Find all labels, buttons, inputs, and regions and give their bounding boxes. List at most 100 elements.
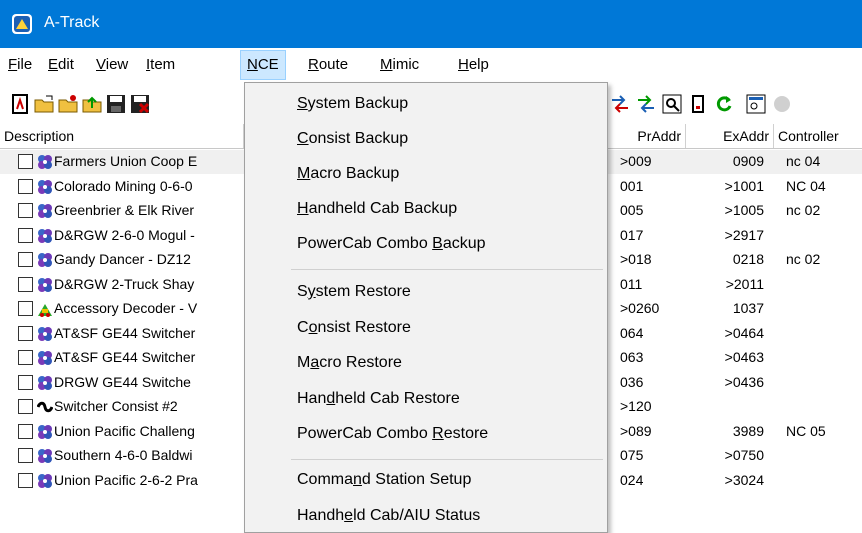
row-controller: nc 02 xyxy=(786,202,821,218)
row-checkbox[interactable] xyxy=(18,325,33,341)
row-checkbox[interactable] xyxy=(18,154,33,169)
menu-separator xyxy=(291,459,603,460)
locomotive-icon xyxy=(37,473,53,489)
menu-item-system-restore[interactable]: System Restore xyxy=(297,283,411,301)
row-exaddr: 3989 xyxy=(732,422,764,439)
row-checkbox[interactable] xyxy=(18,252,33,267)
row-exaddr: >0463 xyxy=(724,349,764,365)
locomotive-icon xyxy=(37,252,53,268)
menu-item-consist-restore[interactable]: Consist Restore xyxy=(297,319,411,337)
row-praddr: 005 xyxy=(620,202,644,218)
open-recent-icon[interactable] xyxy=(58,94,78,114)
row-praddr: >018 xyxy=(620,251,652,267)
row-description: DRGW GE44 Switche xyxy=(54,373,191,390)
transfer-icon[interactable] xyxy=(610,94,630,114)
row-exaddr: >1005 xyxy=(724,202,764,218)
locomotive-icon xyxy=(37,424,53,440)
menu-separator xyxy=(291,269,603,270)
row-exaddr: >2917 xyxy=(724,226,764,243)
row-description: Union Pacific Challeng xyxy=(54,422,195,439)
menu-item-handheld-cab-backup[interactable]: Handheld Cab Backup xyxy=(297,200,457,218)
row-checkbox[interactable] xyxy=(18,227,33,243)
device-icon[interactable] xyxy=(688,94,708,114)
row-controller: nc 04 xyxy=(786,153,821,169)
menu-item-powercab-combo-restore[interactable]: PowerCab Combo Restore xyxy=(297,425,488,443)
consist-icon xyxy=(36,399,54,415)
row-checkbox[interactable] xyxy=(18,448,33,463)
menu-item-system-backup[interactable]: System Backup xyxy=(297,95,408,113)
locomotive-icon xyxy=(37,154,53,170)
menu-item-macro-backup[interactable]: Macro Backup xyxy=(297,165,399,183)
row-checkbox[interactable] xyxy=(18,423,33,439)
row-description: Farmers Union Coop E xyxy=(54,153,198,169)
row-praddr: >0260 xyxy=(620,300,660,316)
row-praddr: 024 xyxy=(620,471,644,488)
row-controller: nc 02 xyxy=(786,251,821,267)
window-title: A-Track xyxy=(44,14,100,31)
menu-nce[interactable]: NCE xyxy=(240,50,286,80)
row-checkbox[interactable] xyxy=(18,203,33,218)
row-checkbox[interactable] xyxy=(18,399,33,414)
properties-icon[interactable] xyxy=(746,94,766,114)
row-description: Greenbrier & Elk River xyxy=(54,202,195,218)
locomotive-icon xyxy=(37,277,53,293)
row-description: Colorado Mining 0-6-0 xyxy=(54,177,193,194)
menu-route[interactable]: Route xyxy=(302,50,354,80)
save-as-icon[interactable] xyxy=(130,94,150,114)
row-exaddr: >0464 xyxy=(724,324,764,341)
menu-help[interactable]: Help xyxy=(452,50,495,80)
row-praddr: 001 xyxy=(620,177,644,194)
row-exaddr: >0750 xyxy=(724,447,764,463)
import-folder-icon[interactable] xyxy=(82,94,102,114)
menu-item-powercab-combo-backup[interactable]: PowerCab Combo Backup xyxy=(297,235,486,253)
menu-item-handheld-cab-aiu-status[interactable]: Handheld Cab/AIU Status xyxy=(297,507,480,525)
menu-item-handheld-cab-restore[interactable]: Handheld Cab Restore xyxy=(297,390,460,408)
menu-file[interactable]: File xyxy=(2,50,38,80)
locomotive-icon xyxy=(37,179,53,195)
row-checkbox[interactable] xyxy=(18,178,33,194)
row-description: Southern 4-6-0 Baldwi xyxy=(54,447,193,463)
row-exaddr: >1001 xyxy=(724,177,764,194)
row-checkbox[interactable] xyxy=(18,472,33,488)
row-checkbox[interactable] xyxy=(18,276,33,292)
row-checkbox[interactable] xyxy=(18,350,33,365)
locomotive-icon xyxy=(37,203,53,219)
refresh-icon[interactable] xyxy=(714,94,734,114)
row-praddr: >009 xyxy=(620,153,652,169)
accessory-decoder-icon xyxy=(37,301,53,317)
search-icon[interactable] xyxy=(662,94,682,114)
menu-view[interactable]: View xyxy=(90,50,134,80)
col-controller[interactable]: Controller xyxy=(774,124,862,148)
menu-bar: File Edit View Item NCE Route Mimic Help xyxy=(0,50,862,80)
swap-icon[interactable] xyxy=(636,94,656,114)
menu-edit[interactable]: Edit xyxy=(42,50,80,80)
new-file-icon[interactable] xyxy=(10,94,30,114)
row-description: Switcher Consist #2 xyxy=(54,398,178,414)
row-exaddr: >3024 xyxy=(724,471,764,488)
row-description: Accessory Decoder - V xyxy=(54,300,198,316)
locomotive-icon xyxy=(37,448,53,464)
col-exaddr[interactable]: ExAddr xyxy=(686,124,774,148)
locomotive-icon xyxy=(37,350,53,366)
row-praddr: 036 xyxy=(620,373,644,390)
locomotive-icon xyxy=(37,326,53,342)
menu-mimic[interactable]: Mimic xyxy=(374,50,425,80)
row-checkbox[interactable] xyxy=(18,374,33,390)
locomotive-icon xyxy=(37,228,53,244)
app-icon xyxy=(12,14,32,34)
row-checkbox[interactable] xyxy=(18,301,33,316)
menu-item[interactable]: Item xyxy=(140,50,181,80)
row-description: Gandy Dancer - DZ12 xyxy=(54,251,191,267)
row-praddr: 011 xyxy=(620,275,643,292)
menu-item-command-station-setup[interactable]: Command Station Setup xyxy=(297,471,471,489)
menu-item-macro-restore[interactable]: Macro Restore xyxy=(297,354,402,372)
row-exaddr: 0218 xyxy=(732,251,764,267)
row-praddr: 063 xyxy=(620,349,644,365)
nce-dropdown-menu: System Backup Consist Backup Macro Backup H… xyxy=(244,82,608,533)
col-praddr[interactable]: PrAddr xyxy=(612,124,686,148)
menu-item-consist-backup[interactable]: Consist Backup xyxy=(297,130,408,148)
save-icon[interactable] xyxy=(106,94,126,114)
row-exaddr: 1037 xyxy=(732,300,764,316)
col-description[interactable]: Description xyxy=(0,124,244,148)
open-folder-icon[interactable] xyxy=(34,94,54,114)
